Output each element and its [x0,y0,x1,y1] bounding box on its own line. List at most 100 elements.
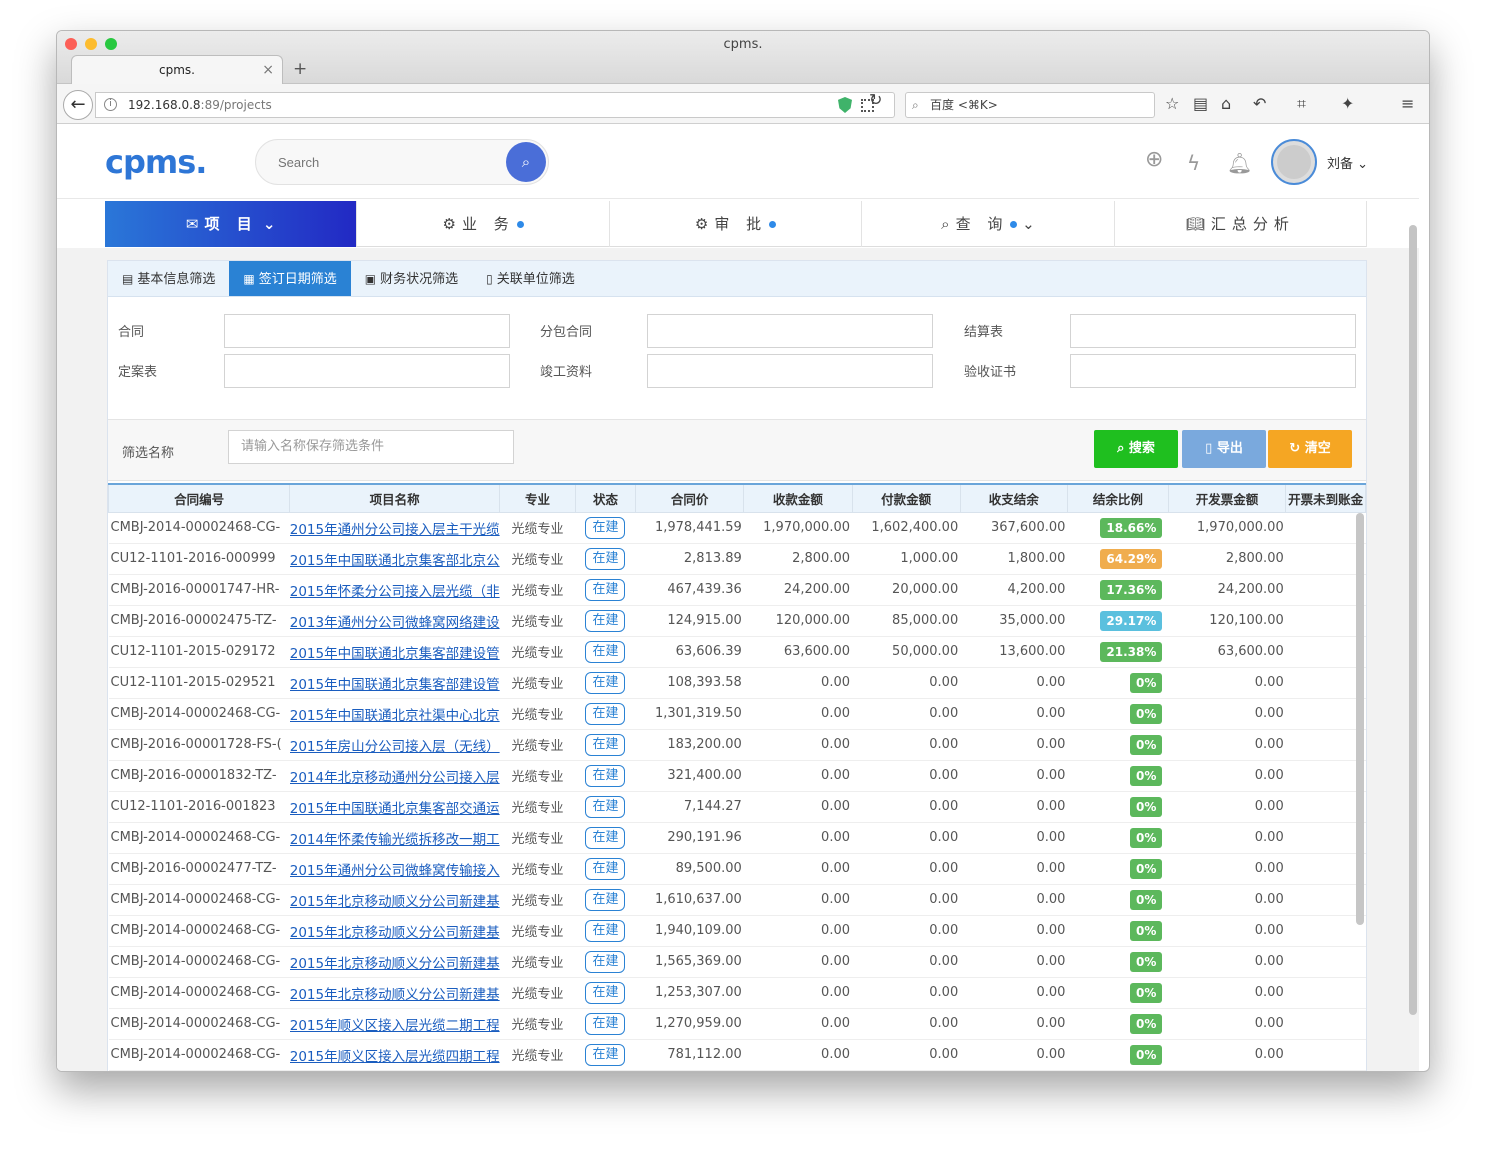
project-name-link[interactable]: 2014年怀柔传输光缆拆移改一期工 [290,832,500,848]
project-name-link[interactable]: 2015年中国联通北京集客部建设管 [290,677,500,693]
project-name-link[interactable]: 2015年北京移动顺义分公司新建基 [290,894,500,910]
table-row[interactable]: CMBJ-2014-00002468-CG- 2015年北京移动顺义分公司新建基光… [108,884,1366,916]
status-badge[interactable]: 在建 [585,950,626,973]
project-name-link[interactable]: 2015年中国联通北京集客部建设管 [290,646,500,662]
project-name-link[interactable]: 2015年通州分公司接入层主干光缆 [290,522,500,538]
status-badge[interactable]: 在建 [585,764,626,787]
filter-search-button[interactable]: ⌕ 搜索 [1094,430,1178,468]
column-header[interactable]: 状态 [574,483,637,513]
table-row[interactable]: CMBJ-2014-00002468-CG- 2015年顺义区接入层光缆四期工程光… [108,1039,1366,1071]
status-badge[interactable]: 在建 [585,671,626,694]
contract-input[interactable] [224,314,510,348]
app-search-input[interactable] [256,140,476,184]
add-circle-icon[interactable]: ⊕ [1145,147,1163,172]
column-header[interactable]: 结余比例 [1066,483,1169,513]
nav-tab-3[interactable]: ⌕ 查 询 ⌄ [862,201,1115,247]
status-badge[interactable]: 在建 [585,888,626,911]
table-row[interactable]: CMBJ-2016-00002477-TZ- 2015年通州分公司微蜂窝传输接入光… [108,853,1366,885]
page-scrollbar[interactable] [1409,225,1417,1015]
status-badge[interactable]: 在建 [585,919,626,942]
acceptance-input[interactable] [1070,354,1356,388]
bell-icon[interactable]: 🔔︎ [1227,151,1252,175]
nav-tab-1[interactable]: ⚙ 业 务 [357,201,610,247]
column-header[interactable]: 开发票金额 [1167,483,1287,513]
project-name-link[interactable]: 2015年中国联通北京集客部北京公 [290,553,500,569]
settlement-input[interactable] [1070,314,1356,348]
avatar[interactable] [1271,139,1317,185]
status-badge[interactable]: 在建 [585,1012,626,1035]
status-badge[interactable]: 在建 [585,578,626,601]
search-button[interactable]: ⌕ [506,142,546,182]
lightning-icon[interactable]: ϟ [1187,151,1200,175]
table-row[interactable]: CMBJ-2014-00002468-CG- 2015年中国联通北京社渠中心北京光… [108,698,1366,730]
project-name-link[interactable]: 2015年顺义区接入层光缆二期工程 [290,1018,500,1034]
status-badge[interactable]: 在建 [585,795,626,818]
final-input[interactable] [224,354,510,388]
tab-close-icon[interactable]: × [262,56,274,84]
table-row[interactable]: CMBJ-2016-00002475-TZ- 2013年通州分公司微蜂窝网络建设光… [108,605,1366,637]
filter-tab-2[interactable]: ▣ 财务状况筛选 [351,261,472,296]
status-badge[interactable]: 在建 [585,640,626,663]
status-badge[interactable]: 在建 [585,1043,626,1066]
nav-tab-4[interactable]: 📖︎ 汇总分析 [1115,201,1368,247]
export-button[interactable]: ▯ 导出 [1182,430,1266,468]
status-badge[interactable]: 在建 [585,857,626,880]
project-name-link[interactable]: 2015年通州分公司微蜂窝传输接入 [290,863,500,879]
status-badge[interactable]: 在建 [585,702,626,725]
table-row[interactable]: CMBJ-2016-00001832-TZ- 2014年北京移动通州分公司接入层光… [108,760,1366,792]
nav-tab-0[interactable]: ✉ 项 目 ⌄ [105,201,358,247]
column-header[interactable]: 专业 [499,483,576,513]
status-badge[interactable]: 在建 [585,547,626,570]
clear-button[interactable]: ↻ 清空 [1268,430,1352,468]
table-row[interactable]: CMBJ-2014-00002468-CG- 2015年顺义区接入层光缆二期工程光… [108,1008,1366,1040]
project-name-link[interactable]: 2015年怀柔分公司接入层光缆（非 [290,584,500,600]
reading-list-icon[interactable]: ▤ [1193,94,1208,113]
status-badge[interactable]: 在建 [585,826,626,849]
home-icon[interactable]: ⌂ [1221,94,1231,113]
completion-input[interactable] [647,354,933,388]
table-row[interactable]: CMBJ-2016-00001747-HR- 2015年怀柔分公司接入层光缆（非光… [108,574,1366,606]
web-search-input[interactable]: ⌕ 百度 <⌘K> [905,92,1155,118]
column-header[interactable]: 收支结余 [959,483,1068,513]
table-row[interactable]: CMBJ-2014-00002468-CG- 2015年北京移动顺义分公司新建基光… [108,946,1366,978]
undo-icon[interactable]: ↶ [1253,94,1266,113]
column-header[interactable]: 付款金额 [851,483,961,513]
url-bar[interactable]: i 192.168.0.8:89/projects [95,92,895,118]
filter-tab-3[interactable]: ▯ 关联单位筛选 [472,261,589,296]
bookmark-star-icon[interactable]: ☆ [1165,94,1179,113]
status-badge[interactable]: 在建 [585,609,626,632]
app-logo[interactable]: cpms. [105,143,207,181]
project-name-link[interactable]: 2015年北京移动顺义分公司新建基 [290,956,500,972]
save-filter-input[interactable]: 请输入名称保存筛选条件 [228,430,514,464]
extension-icon[interactable]: ✦ [1341,94,1354,113]
table-row[interactable]: CMBJ-2014-00002468-CG- 2015年通州分公司接入层主干光缆光… [108,512,1366,544]
table-row[interactable]: CMBJ-2016-00001728-FS-(2015年房山分公司接入层（无线）… [108,729,1366,761]
project-name-link[interactable]: 2015年北京移动顺义分公司新建基 [290,925,500,941]
table-row[interactable]: CU12-1101-2016-000999 2015年中国联通北京集客部北京公 光缆… [108,543,1366,575]
reload-icon[interactable]: ↻ [869,90,882,109]
column-header[interactable]: 合同价 [635,483,745,513]
column-header[interactable]: 开票未到账金 [1285,483,1366,513]
table-row[interactable]: CMBJ-2014-00002468-CG- 2015年北京移动顺义分公司新建基光… [108,977,1366,1009]
filter-tab-0[interactable]: ▤ 基本信息筛选 [108,261,229,296]
crop-icon[interactable]: ⌗ [1297,94,1306,114]
shield-icon[interactable] [838,97,852,113]
project-name-link[interactable]: 2015年北京移动顺义分公司新建基 [290,987,500,1003]
project-name-link[interactable]: 2015年中国联通北京集客部交通运 [290,801,500,817]
table-row[interactable]: CU12-1101-2016-001823 2015年中国联通北京集客部交通运 光缆… [108,791,1366,823]
project-name-link[interactable]: 2014年北京移动通州分公司接入层 [290,770,500,786]
back-icon[interactable]: ← [63,90,93,120]
table-row[interactable]: CU12-1101-2015-029521 2015年中国联通北京集客部建设管 光缆… [108,667,1366,699]
user-menu[interactable]: 刘备 ⌄ [1327,153,1368,172]
table-row[interactable]: CMBJ-2014-00002468-CG- 2015年北京移动顺义分公司新建基光… [108,915,1366,947]
menu-icon[interactable]: ≡ [1401,94,1414,113]
project-name-link[interactable]: 2015年房山分公司接入层（无线） [290,739,500,755]
browser-tab[interactable]: cpms. × [71,55,283,85]
filter-tab-1[interactable]: ▦ 签订日期筛选 [229,261,351,296]
info-icon[interactable]: i [104,98,117,111]
status-badge[interactable]: 在建 [585,516,626,539]
project-name-link[interactable]: 2015年顺义区接入层光缆四期工程 [290,1049,500,1065]
column-header[interactable]: 收款金额 [743,483,853,513]
column-header[interactable]: 项目名称 [289,483,501,513]
project-name-link[interactable]: 2015年中国联通北京社渠中心北京 [290,708,500,724]
